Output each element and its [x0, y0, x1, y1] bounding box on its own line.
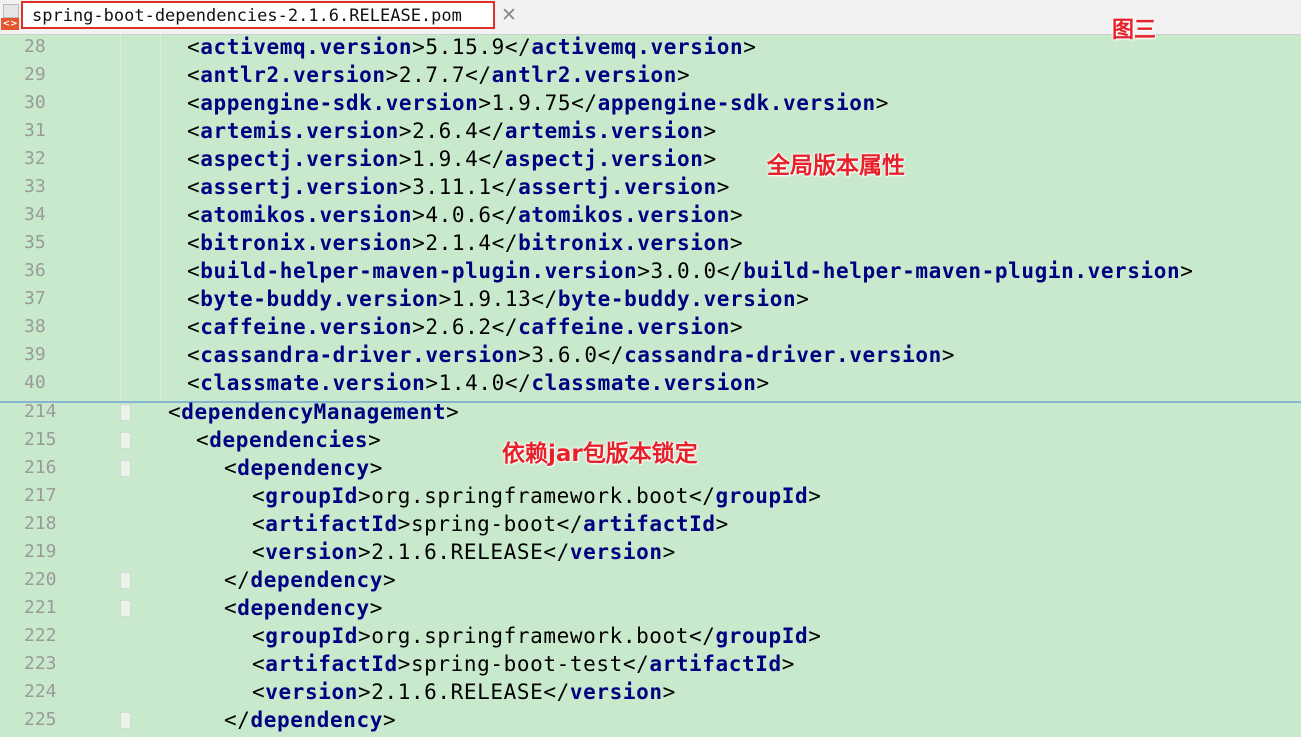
line-number: 28 [24, 36, 46, 57]
code-text: <groupId>org.springframework.boot</group… [252, 484, 822, 508]
close-icon[interactable]: ✕ [501, 4, 517, 26]
code-line: 214 <dependencyManagement> [0, 399, 1301, 427]
line-number: 31 [24, 120, 46, 141]
line-number: 40 [24, 372, 46, 393]
code-text: </dependency> [224, 708, 397, 732]
line-number: 32 [24, 148, 46, 169]
line-number: 215 [24, 429, 57, 450]
properties-section: 28 <activemq.version>5.15.9</activemq.ver… [0, 34, 1301, 398]
code-text: <appengine-sdk.version>1.9.75</appengine… [187, 91, 889, 115]
code-text: <aspectj.version>1.9.4</aspectj.version> [187, 147, 717, 171]
editor-tab-bar: <> spring-boot-dependencies-2.1.6.RELEAS… [0, 0, 1301, 35]
code-line: 32 <aspectj.version>1.9.4</aspectj.versio… [0, 146, 1301, 174]
code-line: 225 </dependency> [0, 707, 1301, 735]
code-line: 217 <groupId>org.springframework.boot</g… [0, 483, 1301, 511]
line-number: 39 [24, 344, 46, 365]
code-line: 28 <activemq.version>5.15.9</activemq.ver… [0, 34, 1301, 62]
global-properties-annotation: 全局版本属性 [767, 153, 905, 179]
fold-toggle-icon[interactable] [120, 404, 131, 421]
fold-toggle-icon[interactable] [120, 600, 131, 617]
code-text: <version>2.1.6.RELEASE</version> [252, 680, 676, 704]
code-text: <atomikos.version>4.0.6</atomikos.versio… [187, 203, 744, 227]
line-number: 216 [24, 457, 57, 478]
code-line: 224 <version>2.1.6.RELEASE</version> [0, 679, 1301, 707]
dependency-lock-annotation: 依赖jar包版本锁定 [502, 441, 698, 467]
code-line: 30 <appengine-sdk.version>1.9.75</appengi… [0, 90, 1301, 118]
code-text: </dependency> [224, 568, 397, 592]
code-line: 40 <classmate.version>1.4.0</classmate.ve… [0, 370, 1301, 398]
code-text: <classmate.version>1.4.0</classmate.vers… [187, 371, 770, 395]
code-text: <assertj.version>3.11.1</assertj.version… [187, 175, 731, 199]
file-tab[interactable]: spring-boot-dependencies-2.1.6.RELEASE.p… [21, 1, 495, 29]
code-text: <bitronix.version>2.1.4</bitronix.versio… [187, 231, 744, 255]
line-number: 220 [24, 569, 57, 590]
code-line: 222 <groupId>org.springframework.boot</g… [0, 623, 1301, 651]
line-number: 224 [24, 681, 57, 702]
code-text: <cassandra-driver.version>3.6.0</cassand… [187, 343, 956, 367]
code-line: 29 <antlr2.version>2.7.7</antlr2.version> [0, 62, 1301, 90]
code-text: <artemis.version>2.6.4</artemis.version> [187, 119, 717, 143]
line-number: 222 [24, 625, 57, 646]
line-number: 218 [24, 513, 57, 534]
code-line: 31 <artemis.version>2.6.4</artemis.versio… [0, 118, 1301, 146]
code-text: <caffeine.version>2.6.2</caffeine.versio… [187, 315, 744, 339]
code-text: <groupId>org.springframework.boot</group… [252, 624, 822, 648]
line-number: 219 [24, 541, 57, 562]
line-number: 30 [24, 92, 46, 113]
code-line: 34 <atomikos.version>4.0.6</atomikos.vers… [0, 202, 1301, 230]
code-line: 220 </dependency> [0, 567, 1301, 595]
code-line: 37 <byte-buddy.version>1.9.13</byte-buddy… [0, 286, 1301, 314]
fold-toggle-icon[interactable] [120, 572, 131, 589]
code-line: 35 <bitronix.version>2.1.4</bitronix.vers… [0, 230, 1301, 258]
code-text: <dependencyManagement> [168, 400, 460, 424]
code-text: <dependency> [224, 596, 383, 620]
fold-toggle-icon[interactable] [120, 460, 131, 477]
code-line: 39 <cassandra-driver.version>3.6.0</cassa… [0, 342, 1301, 370]
fold-toggle-icon[interactable] [120, 432, 131, 449]
code-line: 36 <build-helper-maven-plugin.version>3.0… [0, 258, 1301, 286]
code-text: <artifactId>spring-boot-test</artifactId… [252, 652, 796, 676]
code-text: <dependencies> [196, 428, 382, 452]
code-text: <activemq.version>5.15.9</activemq.versi… [187, 35, 757, 59]
line-number: 33 [24, 176, 46, 197]
fold-toggle-icon[interactable] [120, 712, 131, 729]
file-tab-label: spring-boot-dependencies-2.1.6.RELEASE.p… [32, 6, 462, 26]
code-line: 33 <assertj.version>3.11.1</assertj.versi… [0, 174, 1301, 202]
line-number: 35 [24, 232, 46, 253]
line-number: 223 [24, 653, 57, 674]
line-number: 221 [24, 597, 57, 618]
code-line: 218 <artifactId>spring-boot</artifactId> [0, 511, 1301, 539]
code-line: 221 <dependency> [0, 595, 1301, 623]
line-number: 214 [24, 401, 57, 422]
code-text: <version>2.1.6.RELEASE</version> [252, 540, 676, 564]
xml-file-icon: <> [1, 4, 19, 30]
code-text: <build-helper-maven-plugin.version>3.0.0… [187, 259, 1194, 283]
line-number: 29 [24, 64, 46, 85]
line-number: 225 [24, 709, 57, 730]
code-line: 219 <version>2.1.6.RELEASE</version> [0, 539, 1301, 567]
code-editor[interactable]: 28 <activemq.version>5.15.9</activemq.ver… [0, 34, 1301, 398]
line-number: 37 [24, 288, 46, 309]
code-line: 38 <caffeine.version>2.6.2</caffeine.vers… [0, 314, 1301, 342]
code-text: <antlr2.version>2.7.7</antlr2.version> [187, 63, 691, 87]
code-text: <byte-buddy.version>1.9.13</byte-buddy.v… [187, 287, 810, 311]
code-text: <dependency> [224, 456, 383, 480]
line-number: 38 [24, 316, 46, 337]
code-text: <artifactId>spring-boot</artifactId> [252, 512, 729, 536]
code-line: 223 <artifactId>spring-boot-test</artifa… [0, 651, 1301, 679]
line-number: 34 [24, 204, 46, 225]
line-number: 217 [24, 485, 57, 506]
line-number: 36 [24, 260, 46, 281]
